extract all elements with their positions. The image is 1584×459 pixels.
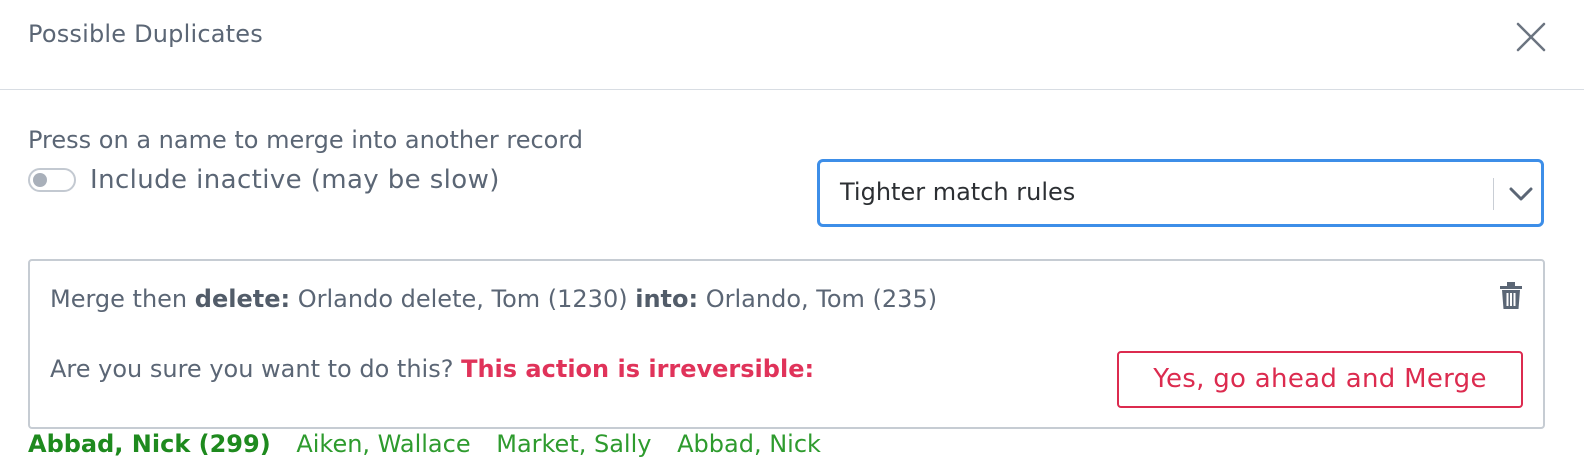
duplicate-link[interactable]: Aiken, Wallace [296, 430, 470, 458]
trash-icon[interactable] [1498, 281, 1524, 311]
merge-prefix: Merge then [50, 285, 188, 313]
modal-header: Possible Duplicates [0, 0, 1584, 90]
merge-hint: Press on a name to merge into another re… [28, 126, 584, 154]
duplicate-row: Abbad, Nick (299) Aiken, Wallace Market,… [28, 429, 821, 459]
delete-record: Orlando delete, Tom (1230) [297, 285, 628, 313]
into-record: Orlando, Tom (235) [705, 285, 938, 313]
duplicate-main-record[interactable]: Abbad, Nick (299) [28, 430, 271, 458]
match-rules-select[interactable]: Tighter match rules [817, 159, 1544, 227]
duplicate-link[interactable]: Market, Sally [496, 430, 651, 458]
include-inactive-toggle-row: Include inactive (may be slow) [28, 165, 500, 195]
into-label: into: [635, 285, 699, 313]
irreversible-warning: This action is irreversible: [461, 355, 815, 383]
merge-confirmation-panel: Merge then delete: Orlando delete, Tom (… [28, 259, 1545, 429]
modal-title: Possible Duplicates [28, 20, 263, 48]
chevron-down-icon[interactable] [1508, 184, 1534, 204]
select-separator [1493, 178, 1494, 210]
confirm-question: Are you sure you want to do this? [50, 355, 454, 383]
match-rules-value: Tighter match rules [840, 178, 1076, 206]
merge-summary: Merge then delete: Orlando delete, Tom (… [50, 285, 937, 313]
close-icon[interactable] [1514, 20, 1548, 54]
confirm-question-line: Are you sure you want to do this? This a… [50, 355, 814, 383]
include-inactive-toggle[interactable] [28, 168, 76, 192]
include-inactive-label: Include inactive (may be slow) [90, 165, 500, 195]
toggle-knob [33, 173, 47, 187]
duplicate-link[interactable]: Abbad, Nick [677, 430, 821, 458]
delete-label: delete: [194, 285, 291, 313]
confirm-merge-button[interactable]: Yes, go ahead and Merge [1117, 351, 1523, 408]
